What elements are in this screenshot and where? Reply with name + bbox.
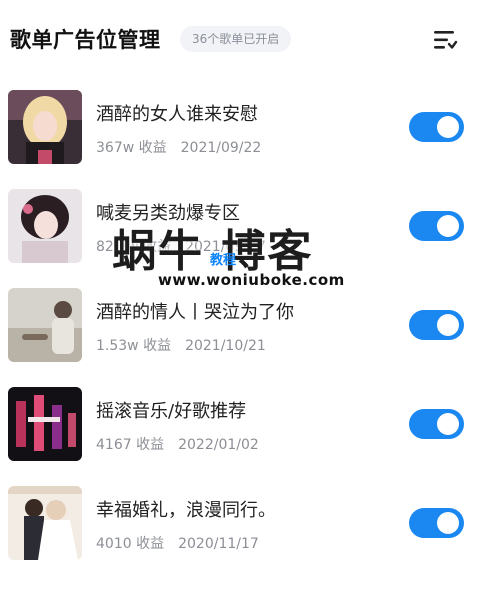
playlist-meta: 82.3w 收益 2021/09/17 [96,236,266,256]
playlist-row[interactable]: 幸福婚礼，浪漫同行。 4010 收益 2020/11/17 [0,476,500,575]
playlist-earnings: 82.3w 收益 [96,239,172,255]
playlist-date: 2022/01/02 [178,437,259,453]
header-bar: 歌单广告位管理 36个歌单已开启 [0,0,500,80]
playlist-earnings: 4167 收益 [96,437,165,453]
toggle-knob [437,314,459,336]
playlist-row[interactable]: 酒醉的女人谁来安慰 367w 收益 2021/09/22 [0,80,500,179]
playlist-meta: 4167 收益 2022/01/02 [96,434,259,454]
sort-list-icon[interactable] [432,28,458,52]
ad-enable-toggle[interactable] [409,310,464,340]
playlist-title: 酒醉的情人丨哭泣为了你 [96,302,294,323]
playlist-row[interactable]: 摇滚音乐/好歌推荐 4167 收益 2022/01/02 [0,377,500,476]
playlist-list: 酒醉的女人谁来安慰 367w 收益 2021/09/22 喊麦另类劲爆专区 82.… [0,80,500,575]
toggle-knob [437,215,459,237]
playlist-meta: 367w 收益 2021/09/22 [96,137,261,157]
ad-enable-toggle[interactable] [409,508,464,538]
playlist-row[interactable]: 酒醉的情人丨哭泣为了你 1.53w 收益 2021/10/21 [0,278,500,377]
toggle-knob [437,512,459,534]
playlist-earnings: 1.53w 收益 [96,338,172,354]
playlist-cover [8,288,82,362]
ad-enable-toggle[interactable] [409,211,464,241]
page-title: 歌单广告位管理 [10,28,161,52]
playlist-cover [8,486,82,560]
ad-enable-toggle[interactable] [409,112,464,142]
playlist-date: 2021/10/21 [185,338,266,354]
playlist-meta: 1.53w 收益 2021/10/21 [96,335,266,355]
playlist-earnings: 4010 收益 [96,536,165,552]
toggle-knob [437,116,459,138]
playlist-title: 幸福婚礼，浪漫同行。 [96,500,276,521]
playlist-date: 2021/09/22 [180,140,262,156]
playlist-cover [8,189,82,263]
playlist-meta: 4010 收益 2020/11/17 [96,533,259,553]
playlist-cover [8,90,82,164]
ad-enable-toggle[interactable] [409,409,464,439]
playlist-title: 摇滚音乐/好歌推荐 [96,401,247,422]
toggle-knob [437,413,459,435]
playlist-title: 喊麦另类劲爆专区 [96,203,240,224]
playlist-title: 酒醉的女人谁来安慰 [96,104,258,125]
playlist-row[interactable]: 喊麦另类劲爆专区 82.3w 收益 2021/09/17 [0,179,500,278]
playlist-date: 2021/09/17 [185,239,266,255]
playlist-earnings: 367w 收益 [96,140,167,156]
enabled-count-badge: 36个歌单已开启 [180,26,292,52]
playlist-date: 2020/11/17 [178,536,259,552]
playlist-cover [8,387,82,461]
